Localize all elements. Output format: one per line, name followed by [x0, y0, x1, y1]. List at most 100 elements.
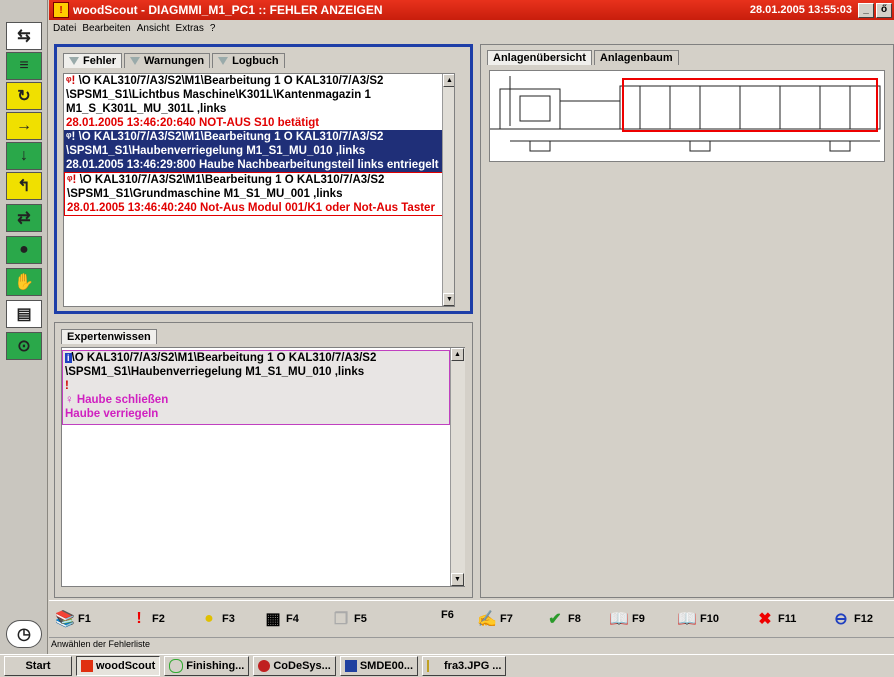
menu-datei[interactable]: Datei — [53, 23, 76, 34]
tab-label: Fehler — [83, 55, 117, 67]
menu-help[interactable]: ? — [210, 23, 216, 34]
title-bar: ! woodScout - DIAGMMI_M1_PC1 :: FEHLER A… — [49, 0, 894, 20]
hands-icon[interactable]: ✋ — [6, 268, 42, 296]
bulb-icon: ● — [204, 610, 214, 627]
jog-icon[interactable]: ↰ — [6, 172, 42, 200]
f4-button[interactable]: ▦ F4 — [263, 609, 299, 629]
f9-button[interactable]: 📖 F9 — [609, 609, 645, 629]
taskbar: Start woodScout Finishing... CoDeSys... … — [0, 654, 894, 677]
minimize-button[interactable]: _ — [858, 2, 874, 18]
task-label: Finishing... — [186, 660, 245, 672]
tab-expertenwissen[interactable]: Expertenwissen — [61, 329, 157, 344]
entry-path: \O KAL310/7/A3/S2\M1\Bearbeitung 1 O KAL… — [66, 75, 384, 115]
error-scrollbar[interactable]: ▲ ▼ — [442, 74, 454, 306]
codesys-icon — [258, 660, 271, 672]
f2-button[interactable]: ! F2 — [129, 609, 165, 629]
tab-warnungen[interactable]: Warnungen — [124, 53, 211, 68]
machine-overview[interactable] — [489, 70, 885, 162]
check-icon: ✔ — [548, 611, 562, 628]
fkey-label: F4 — [286, 613, 299, 625]
list-item[interactable]: ᵠ! \O KAL310/7/A3/S2\M1\Bearbeitung 1 O … — [64, 74, 446, 130]
fkey-label: F12 — [854, 613, 873, 625]
window-title: woodScout - DIAGMMI_M1_PC1 :: FEHLER ANZ… — [73, 3, 383, 17]
selection-frame — [622, 78, 878, 132]
tab-fehler[interactable]: Fehler — [63, 53, 123, 68]
zoom-out-icon: ⊖ — [834, 611, 848, 628]
expert-panel: Expertenwissen i \O KAL310/7/A3/S2\M1\Bea… — [54, 322, 473, 598]
expert-entry[interactable]: i \O KAL310/7/A3/S2\M1\Bearbeitung 1 O KA… — [62, 350, 450, 425]
left-toolbar: ⇆ ≡ ↻ → ↓ ↰ ⇄ ● ✋ ▤ ⊙ ◷ — [0, 0, 48, 656]
panel-icon[interactable]: ▤ — [6, 300, 42, 328]
fkey-label: F6 — [441, 609, 454, 621]
task-fra3[interactable]: fra3.JPG ... — [422, 656, 507, 676]
clock-readout: 28.01.2005 13:55:03 — [749, 4, 852, 16]
books-icon: 📚 — [55, 611, 75, 628]
task-label: woodScout — [96, 660, 156, 672]
task-finishing[interactable]: Finishing... — [164, 656, 250, 676]
tab-anlagenbaum[interactable]: Anlagenbaum — [593, 50, 679, 65]
start-button[interactable]: Start — [4, 656, 72, 676]
restore-button[interactable]: ő — [876, 2, 892, 18]
tab-label: Anlagenbaum — [599, 52, 673, 64]
copy-icon: ❐ — [333, 611, 349, 628]
list-item[interactable]: ᵠ! \O KAL310/7/A3/S2\M1\Bearbeitung 1 O … — [64, 172, 448, 216]
delete-icon: ✖ — [758, 611, 772, 628]
pump-icon[interactable]: ⊙ — [6, 332, 42, 360]
f8-button[interactable]: ✔ F8 — [545, 609, 581, 629]
stop-icon[interactable]: ● — [6, 236, 42, 264]
entry-path: \O KAL310/7/A3/S2\M1\Bearbeitung 1 O KAL… — [66, 131, 384, 157]
status-bar: Anwählen der Fehlerliste — [49, 637, 894, 651]
step-right-icon[interactable]: → — [6, 112, 42, 140]
entry-message: 28.01.2005 13:46:20:640 NOT-AUS S10 betä… — [66, 117, 320, 129]
menu-bearbeiten[interactable]: Bearbeiten — [82, 23, 130, 34]
hint-text: Haube schließen — [76, 394, 169, 406]
tab-logbuch[interactable]: Logbuch — [212, 53, 285, 68]
f7-button[interactable]: ✍ F7 — [477, 609, 513, 629]
tab-anlagenuebersicht[interactable]: Anlagenübersicht — [487, 50, 592, 65]
error-list[interactable]: ᵠ! \O KAL310/7/A3/S2\M1\Bearbeitung 1 O … — [63, 73, 455, 307]
menu-extras[interactable]: Extras — [176, 23, 204, 34]
task-smde[interactable]: SMDE00... — [339, 656, 418, 676]
task-codesys[interactable]: CoDeSys... — [253, 656, 336, 676]
f11-button[interactable]: ✖ F11 — [755, 609, 796, 629]
step-down-icon[interactable]: ↓ — [6, 142, 42, 170]
sync-icon[interactable]: ⇄ — [6, 204, 42, 232]
menu-bar: Datei Bearbeiten Ansicht Extras ? — [49, 20, 894, 37]
f10-button[interactable]: 📖 F10 — [677, 609, 719, 629]
bulb-icon: ♀ — [65, 394, 74, 406]
list-item-selected[interactable]: ᵠ! \O KAL310/7/A3/S2\M1\Bearbeitung 1 O … — [64, 130, 446, 172]
book-icon: 📖 — [609, 611, 629, 628]
smde-icon — [344, 660, 357, 672]
scroll-up-icon[interactable]: ▲ — [443, 74, 454, 87]
cycle-icon[interactable]: ↻ — [6, 82, 42, 110]
woodscout-icon: ! — [53, 2, 69, 18]
expert-scrollbar[interactable]: ▲ ▼ — [450, 348, 465, 586]
f5-button[interactable]: ❐ F5 — [331, 609, 367, 629]
connect-icon[interactable]: ⇆ — [6, 22, 42, 50]
f12-button[interactable]: ⊖ F12 — [831, 609, 873, 629]
scroll-down-icon[interactable]: ▼ — [451, 573, 464, 586]
error-icon: ᵠ! — [66, 131, 76, 143]
clock-icon[interactable]: ◷ — [6, 620, 42, 648]
filter-icon — [130, 57, 141, 65]
finishing-icon — [169, 659, 184, 673]
task-woodscout[interactable]: woodScout — [76, 656, 161, 676]
conveyor-icon[interactable]: ≡ — [6, 52, 42, 80]
fkey-label: F9 — [632, 613, 645, 625]
error-icon: ! — [65, 380, 69, 392]
write-icon: ✍ — [477, 611, 497, 628]
fkey-label: F10 — [700, 613, 719, 625]
expert-box: i \O KAL310/7/A3/S2\M1\Bearbeitung 1 O KA… — [61, 347, 465, 587]
f6-button[interactable]: F6 — [441, 609, 454, 621]
f3-button[interactable]: ● F3 — [199, 609, 235, 629]
scroll-down-icon[interactable]: ▼ — [443, 293, 454, 306]
fkey-label: F11 — [778, 613, 797, 625]
error-icon: ᵠ! — [66, 75, 76, 87]
menu-ansicht[interactable]: Ansicht — [137, 23, 170, 34]
f1-button[interactable]: 📚 F1 — [55, 609, 91, 629]
fkey-label: F8 — [568, 613, 581, 625]
tab-label: Warnungen — [144, 55, 205, 67]
error-panel: Fehler Warnungen Logbuch ᵠ! \O KAL310/7/… — [54, 44, 473, 314]
entry-path: \O KAL310/7/A3/S2\M1\Bearbeitung 1 O KAL… — [67, 174, 385, 200]
scroll-up-icon[interactable]: ▲ — [451, 348, 464, 361]
